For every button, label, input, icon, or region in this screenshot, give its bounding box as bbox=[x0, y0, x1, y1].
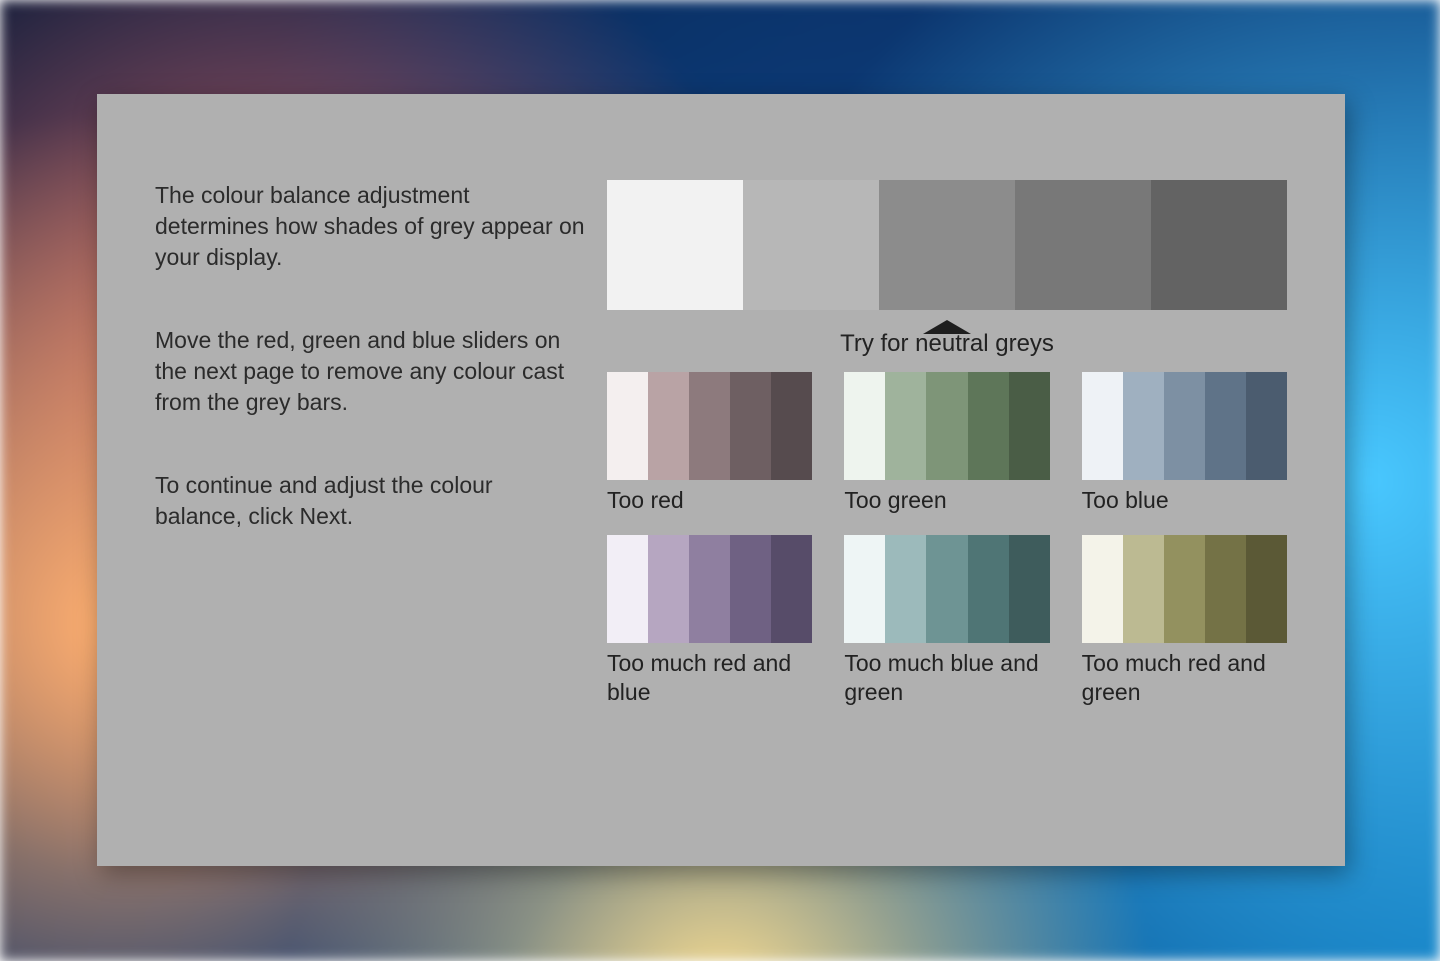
neutral-grey-bar-1 bbox=[743, 180, 879, 310]
colour-cast-label: Too much red and blue bbox=[607, 649, 812, 707]
colour-cast-strip-4 bbox=[844, 535, 1049, 643]
instruction-paragraph-3: To continue and adjust the colour balanc… bbox=[155, 470, 585, 532]
colour-cast-label: Too red bbox=[607, 486, 812, 515]
colour-cast-sample-1: Too green bbox=[844, 372, 1049, 515]
colour-cast-bar bbox=[1009, 372, 1050, 480]
colour-cast-strip-1 bbox=[844, 372, 1049, 480]
colour-cast-strip-0 bbox=[607, 372, 812, 480]
neutral-pointer: Try for neutral greys bbox=[607, 320, 1287, 358]
colour-cast-bar bbox=[885, 535, 926, 643]
colour-cast-label: Too blue bbox=[1082, 486, 1287, 515]
colour-cast-bar bbox=[844, 535, 885, 643]
colour-cast-label: Too much red and green bbox=[1082, 649, 1287, 707]
colour-cast-bar bbox=[926, 372, 967, 480]
colour-cast-bar bbox=[1009, 535, 1050, 643]
neutral-grey-strip bbox=[607, 180, 1287, 310]
colour-cast-bar bbox=[607, 372, 648, 480]
colour-cast-bar bbox=[1205, 372, 1246, 480]
colour-cast-bar bbox=[1205, 535, 1246, 643]
colour-cast-sample-3: Too much red and blue bbox=[607, 535, 812, 707]
colour-cast-bar bbox=[1164, 535, 1205, 643]
neutral-grey-bar-3 bbox=[1015, 180, 1151, 310]
colour-cast-sample-grid: Too red Too green Too blue Too much red and… bbox=[607, 372, 1287, 706]
instruction-paragraph-2: Move the red, green and blue sliders on … bbox=[155, 325, 585, 418]
colour-cast-bar bbox=[1082, 535, 1123, 643]
colour-cast-bar bbox=[1123, 372, 1164, 480]
neutral-grey-bar-0 bbox=[607, 180, 743, 310]
colour-cast-sample-2: Too blue bbox=[1082, 372, 1287, 515]
colour-cast-bar bbox=[648, 372, 689, 480]
colour-cast-bar bbox=[771, 372, 812, 480]
colour-cast-bar bbox=[689, 535, 730, 643]
colour-cast-bar bbox=[1246, 535, 1287, 643]
instruction-column: The colour balance adjustment determines… bbox=[155, 180, 585, 806]
colour-cast-label: Too much blue and green bbox=[844, 649, 1049, 707]
colour-cast-bar bbox=[648, 535, 689, 643]
colour-cast-bar bbox=[968, 372, 1009, 480]
colour-cast-bar bbox=[885, 372, 926, 480]
colour-cast-bar bbox=[926, 535, 967, 643]
colour-cast-bar bbox=[730, 535, 771, 643]
colour-cast-bar bbox=[730, 372, 771, 480]
colour-cast-bar bbox=[689, 372, 730, 480]
neutral-pointer-label: Try for neutral greys bbox=[840, 330, 1054, 357]
colour-cast-bar bbox=[1164, 372, 1205, 480]
colour-cast-bar bbox=[844, 372, 885, 480]
colour-cast-sample-5: Too much red and green bbox=[1082, 535, 1287, 707]
colour-cast-bar bbox=[1082, 372, 1123, 480]
instruction-paragraph-1: The colour balance adjustment determines… bbox=[155, 180, 585, 273]
neutral-grey-bar-4 bbox=[1151, 180, 1287, 310]
colour-cast-bar bbox=[771, 535, 812, 643]
colour-balance-panel: The colour balance adjustment determines… bbox=[97, 94, 1345, 866]
colour-cast-bar bbox=[1123, 535, 1164, 643]
colour-cast-strip-3 bbox=[607, 535, 812, 643]
colour-cast-bar bbox=[968, 535, 1009, 643]
colour-cast-strip-5 bbox=[1082, 535, 1287, 643]
colour-cast-bar bbox=[607, 535, 648, 643]
colour-cast-sample-0: Too red bbox=[607, 372, 812, 515]
colour-cast-bar bbox=[1246, 372, 1287, 480]
colour-cast-strip-2 bbox=[1082, 372, 1287, 480]
samples-column: Try for neutral greys Too redToo greenTo… bbox=[585, 180, 1287, 806]
colour-cast-sample-4: Too much blue and green bbox=[844, 535, 1049, 707]
neutral-grey-bar-2 bbox=[879, 180, 1015, 310]
colour-cast-label: Too green bbox=[844, 486, 1049, 515]
